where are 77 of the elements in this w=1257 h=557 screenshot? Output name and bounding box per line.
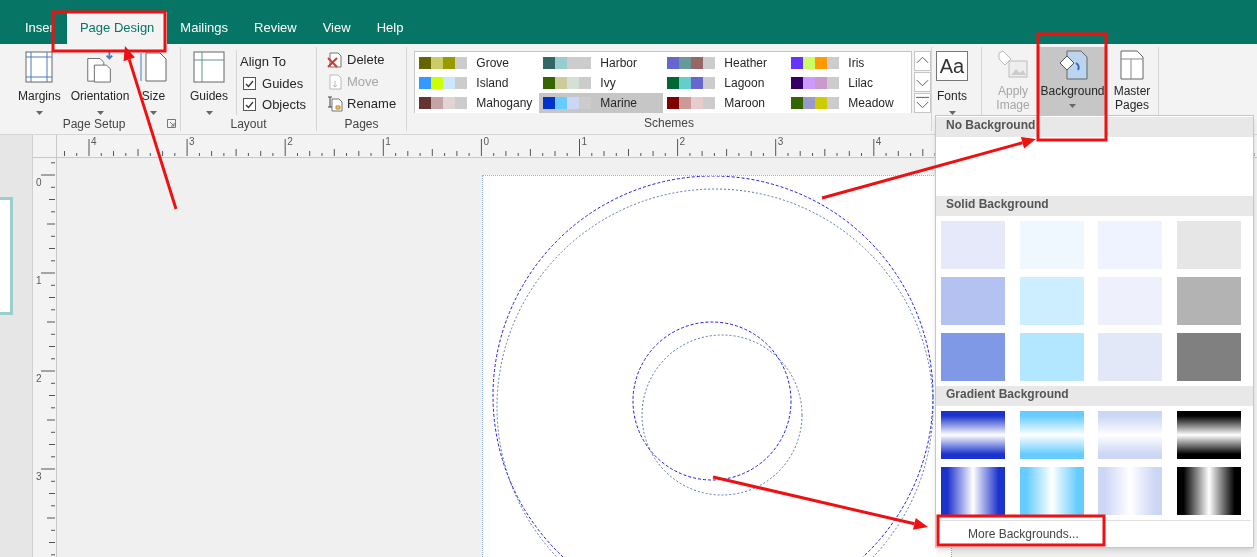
group-label: Pages [344, 115, 379, 133]
background-swatch[interactable] [1019, 333, 1084, 381]
group-label: Page Setup [62, 115, 126, 133]
background-swatch[interactable] [1019, 411, 1084, 459]
ruler-number: 1 [385, 137, 391, 147]
background-swatch[interactable] [1176, 333, 1241, 381]
checkbox-label: Guides [262, 74, 304, 93]
caret-icon [1069, 104, 1076, 108]
rename-page-icon [327, 96, 343, 112]
fonts-button[interactable]: Aa Fonts [936, 51, 968, 115]
ribbon-tab[interactable]: Inser [12, 12, 67, 44]
more-backgrounds-item[interactable]: More Backgrounds... [936, 521, 1253, 547]
ribbon-button[interactable]: Margins [16, 51, 63, 115]
move-page-icon [327, 74, 343, 90]
scroll-down-button[interactable] [914, 72, 931, 92]
ruler-number: 3 [777, 137, 784, 147]
ruler-number: 2 [287, 137, 293, 147]
ribbon-button[interactable]: Background [1038, 47, 1107, 115]
ribbon-button[interactable]: Size [137, 51, 170, 115]
checkbox-label: Objects [262, 95, 307, 114]
background-swatch[interactable] [1098, 411, 1162, 459]
ribbon-button[interactable]: Delete [327, 49, 406, 71]
ribbon-tab[interactable]: View [309, 12, 364, 44]
background-swatch[interactable] [941, 411, 1005, 459]
caret-icon [35, 111, 43, 115]
ruler-number: 1 [36, 276, 42, 286]
background-swatch[interactable] [941, 467, 1005, 515]
ribbon-button[interactable]: Rename [327, 93, 406, 115]
section-heading: No Background [936, 117, 1253, 137]
ruler-number: 4 [91, 137, 97, 147]
checkbox[interactable] [243, 77, 257, 90]
ruler-number: 3 [189, 137, 195, 147]
dialog-launcher-icon [167, 119, 176, 128]
page-size-icon [139, 51, 168, 83]
ruler-number: 1 [581, 137, 588, 147]
caret-icon [96, 111, 104, 115]
ribbon-tab[interactable]: Mailings [167, 12, 242, 44]
background-swatch[interactable] [1019, 467, 1084, 515]
ribbon-button[interactable]: Master Pages [1109, 47, 1155, 115]
gallery-more-button[interactable] [914, 93, 931, 113]
page-thumbnail[interactable] [0, 197, 13, 315]
ruler-number: 4 [875, 137, 882, 147]
background-swatch[interactable] [941, 333, 1005, 381]
ribbon-button[interactable]: Guides [190, 51, 229, 115]
background-swatch[interactable] [941, 277, 1005, 325]
background-swatch[interactable] [1176, 467, 1241, 515]
font-sample-icon: Aa [936, 51, 968, 81]
group-label: Layout [230, 115, 267, 133]
background-swatch[interactable] [1176, 411, 1241, 459]
ribbon-button[interactable]: Orientation [68, 51, 132, 115]
caret-icon [149, 111, 157, 115]
background-swatch[interactable] [1176, 277, 1241, 325]
expand-gallery-icon [915, 95, 930, 111]
option-label: Align To [240, 53, 288, 71]
section-heading: Gradient Background [936, 386, 1253, 406]
ruler-number: 0 [483, 137, 489, 147]
caret-icon [205, 111, 213, 115]
margins-icon [25, 51, 54, 83]
background-swatch[interactable] [1176, 221, 1241, 269]
ruler-number: 2 [679, 137, 686, 147]
scroll-up-button[interactable] [914, 51, 931, 71]
scheme-item[interactable]: Marine [539, 93, 663, 113]
ribbon-tab[interactable]: Help [363, 12, 417, 44]
section-heading: Solid Background [936, 196, 1253, 216]
ruler-number: 2 [36, 374, 42, 384]
ruler-number: 3 [36, 472, 42, 482]
background-swatch[interactable] [1098, 333, 1162, 381]
background-swatch[interactable] [1098, 467, 1162, 515]
ribbon-tab[interactable]: Review [241, 12, 310, 44]
guides-icon [193, 51, 225, 83]
background-swatch[interactable] [1019, 277, 1084, 325]
ruler-number: 0 [36, 178, 42, 188]
image-icon [997, 49, 1029, 81]
delete-page-icon [327, 52, 343, 68]
group-label: Schemes [644, 114, 694, 132]
checkbox[interactable] [243, 98, 257, 111]
background-swatch[interactable] [941, 221, 1005, 269]
